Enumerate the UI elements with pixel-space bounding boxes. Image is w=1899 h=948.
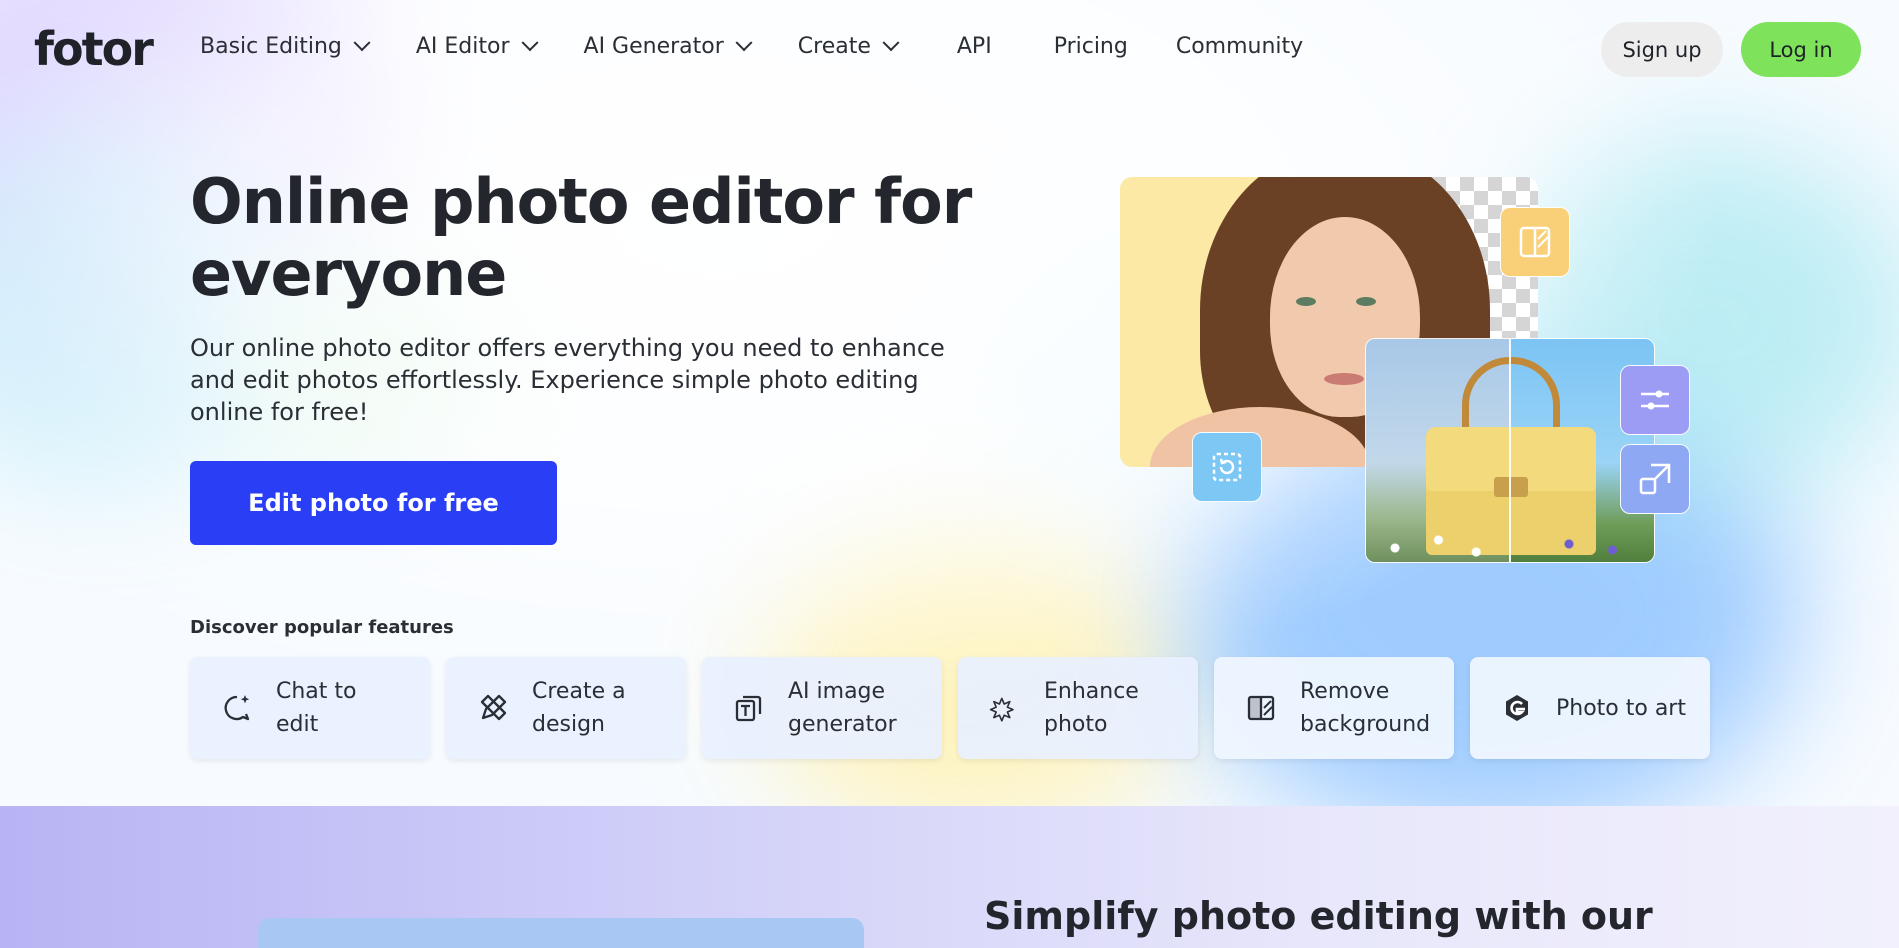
photo-art-icon [1500,691,1534,725]
nav-item-label: Pricing [1053,34,1128,59]
feature-card-create-design[interactable]: Create a design [446,657,686,759]
hero-illustration [1120,155,1700,565]
nav-item-ai-generator[interactable]: AI Generator [583,33,753,59]
feature-card-label: Photo to art [1556,695,1686,721]
compare-icon [1500,207,1570,277]
rotate-icon [1192,432,1262,502]
section-title: Simplify photo editing with our [984,894,1653,938]
ai-image-icon [732,691,766,725]
edit-photo-cta-button[interactable]: Edit photo for free [190,461,557,545]
signup-button[interactable]: Sign up [1601,22,1723,77]
chevron-down-icon [735,33,753,51]
nav-item-create[interactable]: Create [797,33,900,59]
feature-card-remove-background[interactable]: Remove background [1214,657,1454,759]
chevron-down-icon [353,33,371,51]
resize-icon [1620,444,1690,514]
nav-item-pricing[interactable]: Pricing [1054,34,1128,59]
nav-item-label: AI Generator [583,34,724,59]
nav-item-ai-editor[interactable]: AI Editor [415,33,539,59]
adjust-sliders-icon [1620,365,1690,435]
features-heading: Discover popular features [190,617,454,638]
feature-card-label: Create a design [532,679,626,737]
hero-description: Our online photo editor offers everythin… [190,334,945,426]
feature-cards: Chat to edit Create a design AI image ge… [190,657,1710,759]
nav-item-community[interactable]: Community [1176,34,1303,59]
nav-item-label: Create [797,34,871,59]
feature-card-enhance-photo[interactable]: Enhance photo [958,657,1198,759]
login-button[interactable]: Log in [1741,22,1861,77]
feature-card-label: Enhance photo [1044,679,1139,737]
nav-item-label: API [956,34,992,59]
nav-item-label: AI Editor [415,34,510,59]
feature-card-chat-to-edit[interactable]: Chat to edit [190,657,430,759]
feature-card-label: Chat to edit [276,679,357,737]
hero-title: Online photo editor for everyone [190,165,972,310]
magic-wand-icon [988,691,1022,725]
nav-item-label: Basic Editing [200,34,342,59]
feature-card-photo-to-art[interactable]: Photo to art [1470,657,1710,759]
section-preview-image [258,918,864,948]
chevron-down-icon [882,33,900,51]
handbag-photo [1365,338,1655,563]
feature-card-ai-image-generator[interactable]: AI image generator [702,657,942,759]
feature-card-label: AI image generator [788,679,897,737]
chevron-down-icon [521,33,539,51]
compare-divider [1509,339,1511,562]
nav-item-api[interactable]: API [957,34,992,59]
fotor-logo[interactable]: fotor [34,22,154,76]
nav-links: Basic Editing AI Editor AI Generator Cre… [200,33,1351,59]
nav-item-basic-editing[interactable]: Basic Editing [200,33,371,59]
top-nav: fotor Basic Editing AI Editor AI Generat… [0,0,1899,100]
nav-item-label: Community [1175,34,1304,59]
pen-ruler-icon [476,691,510,725]
chat-sparkle-icon [220,691,254,725]
simplify-section: Simplify photo editing with our [0,806,1899,948]
feature-card-label: Remove background [1300,679,1431,737]
remove-bg-icon [1244,691,1278,725]
